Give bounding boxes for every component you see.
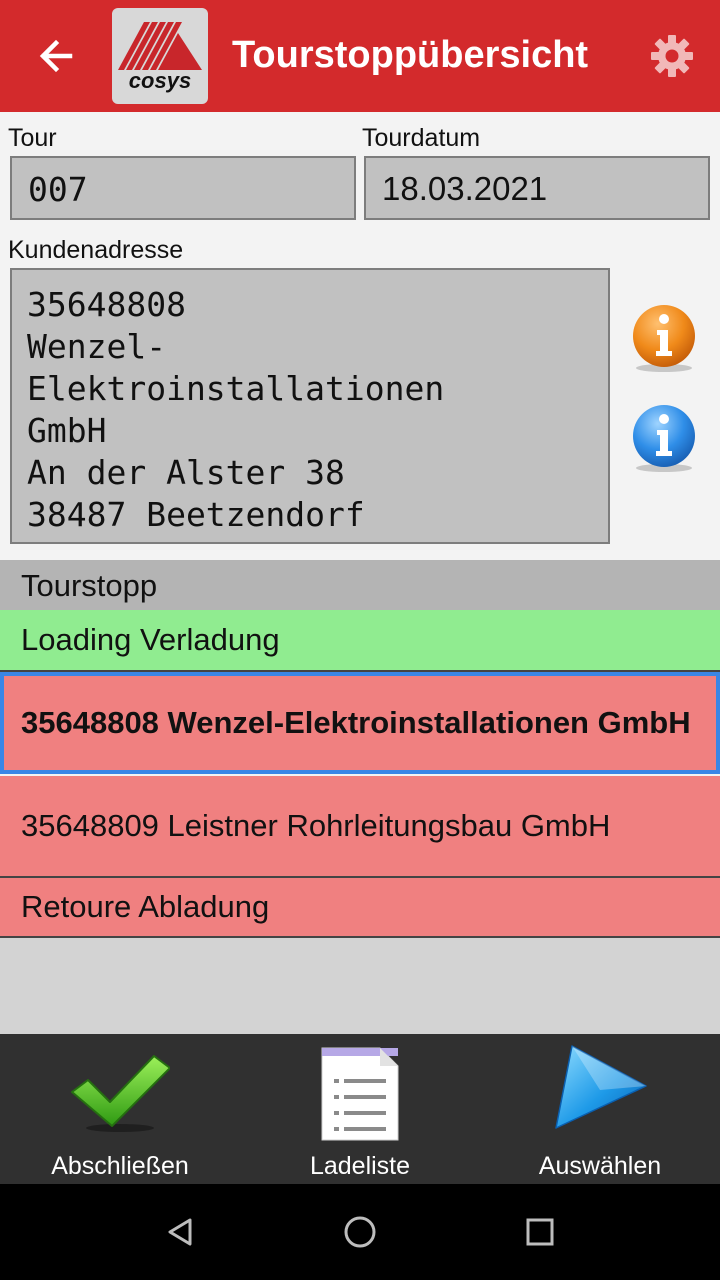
info-orange-icon bbox=[633, 305, 695, 372]
nav-home-icon bbox=[344, 1216, 376, 1248]
info-blue-button[interactable] bbox=[630, 404, 698, 474]
select-label: Auswählen bbox=[538, 1152, 662, 1180]
play-arrow-icon bbox=[555, 1045, 647, 1129]
list-item[interactable]: Retoure Abladung bbox=[0, 878, 720, 938]
nav-back-icon bbox=[168, 1218, 192, 1246]
list-empty-area bbox=[0, 938, 720, 1034]
document-list-icon bbox=[321, 1047, 399, 1141]
gear-icon bbox=[651, 35, 693, 77]
nav-recents-button[interactable] bbox=[508, 1200, 572, 1264]
nav-home-button[interactable] bbox=[328, 1200, 392, 1264]
select-button[interactable]: Auswählen bbox=[480, 1034, 720, 1184]
list-item-selected[interactable]: 35648808 Wenzel-Elektroinstallationen Gm… bbox=[0, 672, 720, 774]
system-nav-bar bbox=[0, 1184, 720, 1280]
list-item-label: Retoure Abladung bbox=[21, 889, 270, 924]
back-button[interactable] bbox=[28, 28, 84, 84]
tourstop-list-header: Tourstopp bbox=[0, 560, 720, 610]
address-line: 38487 Beetzendorf bbox=[27, 495, 365, 534]
app-bar: cosys Tourstoppübersicht bbox=[0, 0, 720, 112]
list-item-label: Loading Verladung bbox=[21, 622, 280, 657]
app-logo: cosys bbox=[112, 8, 208, 104]
tour-date-label: Tourdatum bbox=[362, 124, 481, 152]
tour-date-field: 18.03.2021 bbox=[364, 156, 710, 220]
finish-label: Abschließen bbox=[51, 1152, 189, 1180]
tour-label: Tour bbox=[8, 124, 57, 152]
load-list-button[interactable]: Ladeliste bbox=[240, 1034, 480, 1184]
address-line: 35648808 bbox=[27, 285, 186, 324]
finish-button[interactable]: Abschließen bbox=[0, 1034, 240, 1184]
bottom-toolbar: Abschließen Ladeliste Auswählen bbox=[0, 1034, 720, 1184]
list-item[interactable]: 35648809 Leistner Rohrleitungsbau GmbH bbox=[0, 776, 720, 878]
settings-button[interactable] bbox=[644, 28, 700, 84]
page-title: Tourstoppübersicht bbox=[232, 34, 589, 76]
nav-recents-icon bbox=[526, 1218, 554, 1246]
address-line: GmbH bbox=[27, 411, 107, 450]
info-orange-button[interactable] bbox=[630, 304, 698, 374]
list-item-label: 35648809 Leistner Rohrleitungsbau GmbH bbox=[21, 808, 611, 843]
arrow-left-icon bbox=[39, 39, 73, 73]
nav-back-button[interactable] bbox=[148, 1200, 212, 1264]
address-line: Wenzel- bbox=[27, 327, 167, 366]
tour-field: 007 bbox=[10, 156, 356, 220]
list-item-label: 35648808 Wenzel-Elektroinstallationen Gm… bbox=[21, 705, 691, 740]
customer-address-label: Kundenadresse bbox=[8, 236, 184, 264]
customer-address-field: 35648808 Wenzel- Elektroinstallationen G… bbox=[10, 268, 610, 544]
address-line: An der Alster 38 bbox=[27, 453, 345, 492]
list-item[interactable]: Loading Verladung bbox=[0, 610, 720, 672]
logo-text: cosys bbox=[129, 68, 191, 93]
address-line: Elektroinstallationen bbox=[27, 369, 445, 408]
checkmark-icon bbox=[71, 1055, 170, 1132]
info-blue-icon bbox=[633, 405, 695, 472]
load-list-label: Ladeliste bbox=[309, 1152, 411, 1180]
